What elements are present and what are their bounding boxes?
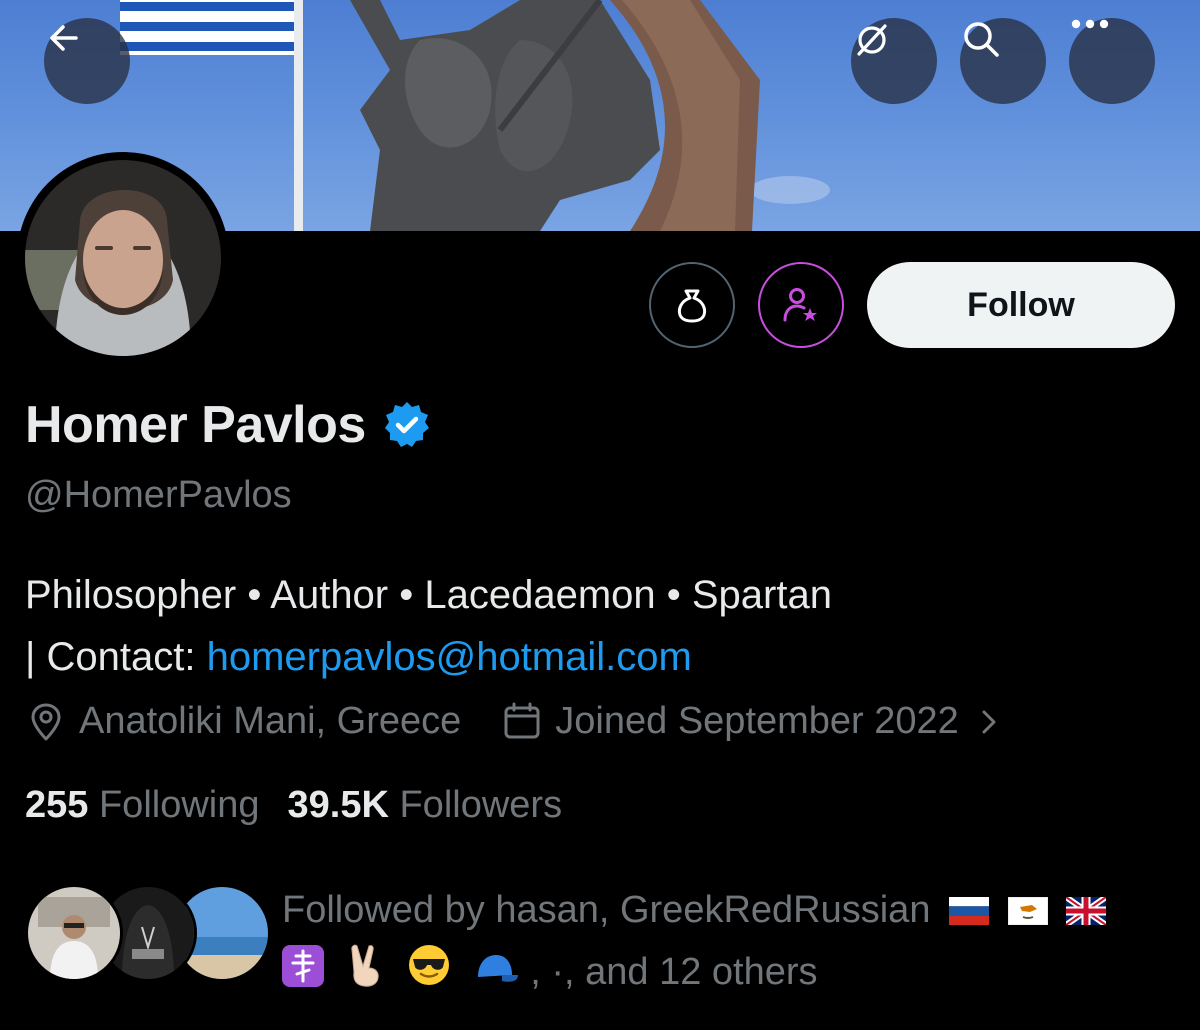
followers-stat[interactable]: 39.5K Followers	[288, 784, 563, 827]
joined-date[interactable]: Joined September 2022	[501, 700, 1001, 743]
more-icon	[1071, 19, 1109, 29]
followed-by-others: , ·, and 12 others	[530, 950, 818, 993]
following-stat[interactable]: 255 Following	[25, 784, 260, 827]
followed-by-avatars	[25, 884, 271, 984]
location-pin-icon	[31, 703, 61, 740]
sunglasses-face-icon	[407, 943, 451, 1004]
victory-hand-icon	[345, 942, 387, 1005]
search-button[interactable]	[960, 18, 1046, 104]
follow-stats: 255 Following 39.5K Followers	[25, 784, 562, 827]
bio-line-2: | Contact: homerpavlos@hotmail.com	[25, 626, 1175, 688]
location-text: Anatoliki Mani, Greece	[79, 700, 462, 742]
arrow-left-icon	[50, 25, 78, 51]
followers-count: 39.5K	[287, 784, 389, 826]
cyprus-flag-icon	[1007, 882, 1049, 942]
profile-meta: Anatoliki Mani, Greece Joined September …	[25, 700, 1001, 743]
followed-by-line-2: , ·, and 12 others	[282, 942, 1162, 1005]
follow-button[interactable]: Follow	[867, 262, 1175, 348]
uk-flag-icon	[1064, 882, 1108, 942]
profile-bio: Philosopher • Author • Lacedaemon • Spar…	[25, 564, 1175, 688]
orthodox-cross-icon	[282, 944, 324, 1004]
display-name: Homer Pavlos	[25, 396, 366, 454]
russia-flag-icon	[949, 882, 990, 942]
following-count: 255	[25, 784, 89, 826]
avatar-photo	[25, 160, 221, 356]
bio-contact-prefix: | Contact:	[25, 635, 207, 679]
followed-by-names: Followed by hasan, GreekRedRussian	[282, 889, 931, 931]
chevron-right-icon	[982, 710, 996, 733]
bio-email-link[interactable]: homerpavlos@hotmail.com	[207, 635, 692, 679]
search-icon	[964, 22, 999, 57]
followed-by-line-1: Followed by hasan, GreekRedRussian	[282, 880, 1162, 942]
bio-line-1: Philosopher • Author • Lacedaemon • Spar…	[25, 573, 832, 617]
greek-flag-image	[120, 0, 298, 55]
followed-by-text: Followed by hasan, GreekRedRussian , ·, …	[282, 880, 1162, 1005]
joined-text: Joined September 2022	[555, 700, 959, 742]
slashed-circle-icon	[857, 24, 887, 56]
grok-button[interactable]	[851, 18, 937, 104]
subscribe-button[interactable]	[758, 262, 844, 348]
profile-handle: @HomerPavlos	[25, 474, 292, 516]
following-label: Following	[98, 784, 260, 826]
followers-label: Followers	[399, 784, 563, 826]
profile-name-row: Homer Pavlos	[25, 395, 432, 455]
cap-icon	[472, 944, 520, 1004]
tip-button[interactable]	[649, 262, 735, 348]
profile-avatar[interactable]	[17, 152, 229, 364]
follower-avatar	[25, 884, 123, 982]
calendar-icon	[504, 702, 540, 738]
verified-badge-icon[interactable]	[382, 400, 432, 450]
location: Anatoliki Mani, Greece	[25, 700, 461, 743]
back-button[interactable]	[44, 18, 130, 104]
person-star-icon	[783, 288, 817, 322]
money-bag-icon	[677, 289, 707, 323]
more-button[interactable]	[1069, 18, 1155, 104]
